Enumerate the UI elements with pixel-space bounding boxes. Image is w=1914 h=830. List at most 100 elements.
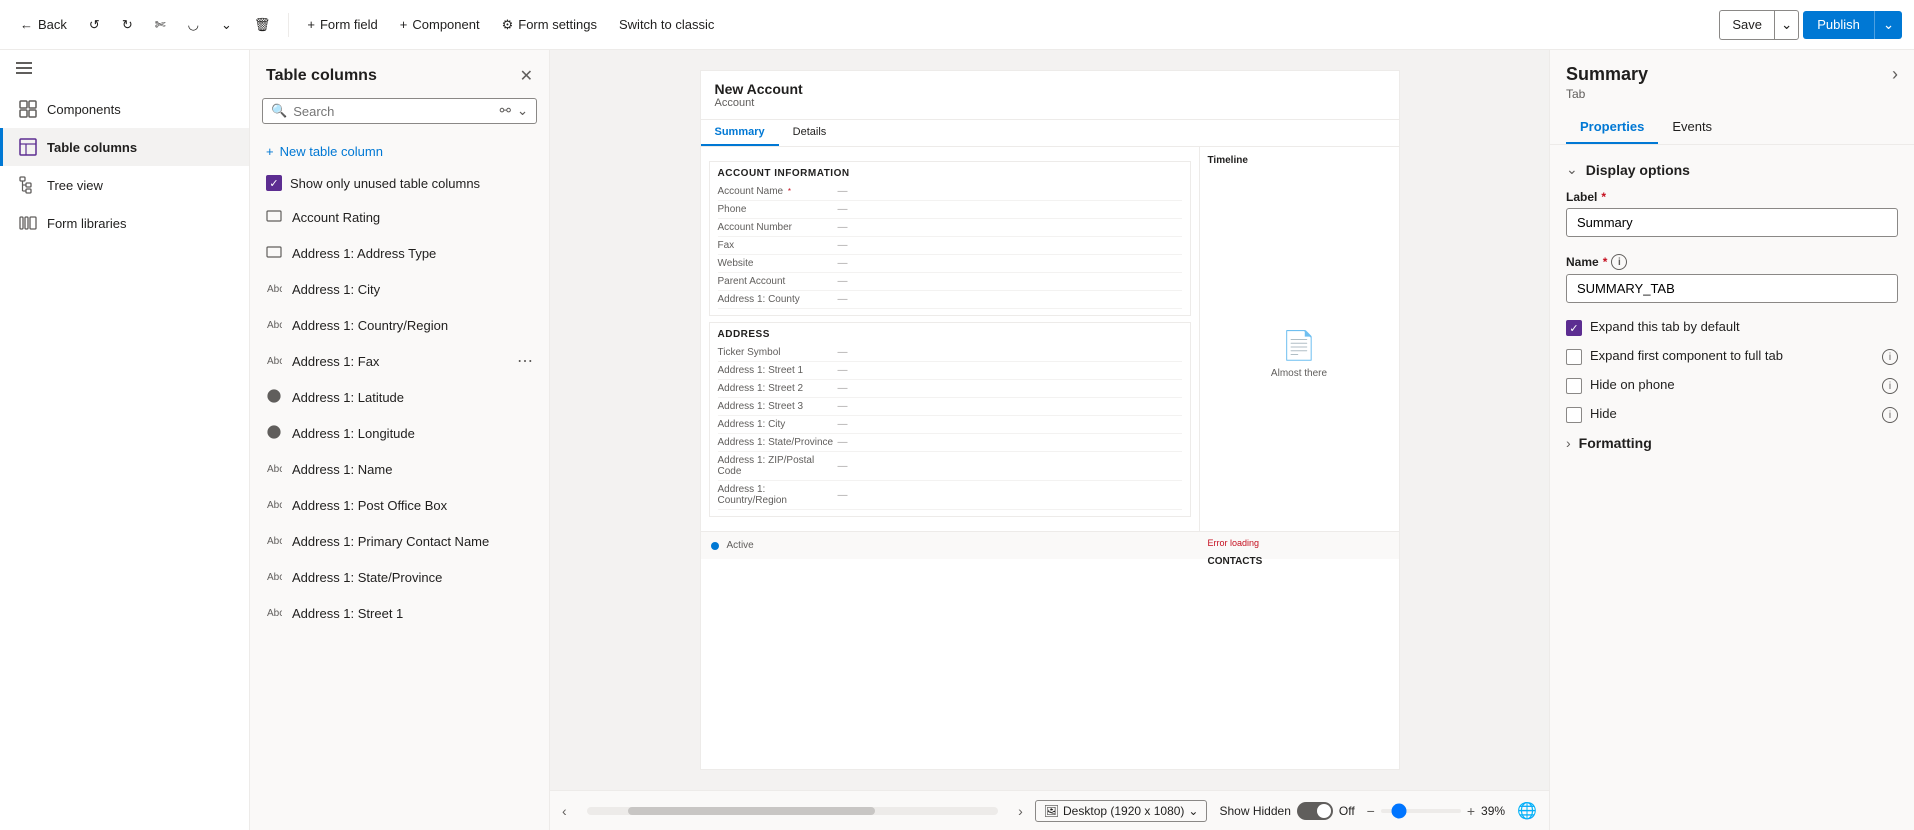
list-item[interactable]: Abc Address 1: Primary Contact Name ⋯	[250, 523, 549, 559]
trash-icon: 🗑	[254, 17, 271, 33]
panel-title: Table columns	[266, 67, 377, 85]
svg-text:Abc: Abc	[267, 356, 282, 367]
list-item[interactable]: Abc Address 1: State/Province ⋯	[250, 559, 549, 595]
hide-checkbox[interactable]	[1566, 407, 1582, 423]
show-unused-checkbox[interactable]: ✓	[266, 175, 282, 191]
list-item[interactable]: Address 1: Longitude ⋯	[250, 415, 549, 451]
show-hidden-toggle[interactable]	[1297, 802, 1333, 820]
publish-button[interactable]: Publish	[1803, 11, 1875, 39]
cut-icon: ✄	[155, 17, 166, 33]
dropdown-button[interactable]: ⌄	[213, 12, 240, 38]
list-item[interactable]: Abc Address 1: Street 1 ⋯	[250, 595, 549, 631]
hide-on-phone-info-icon[interactable]: i	[1882, 378, 1898, 394]
form-field-row: Address 1: Country/Region —	[718, 481, 1182, 510]
form-settings-button[interactable]: ⚙ Form settings	[494, 12, 605, 38]
form-tab-summary[interactable]: Summary	[701, 120, 779, 146]
publish-dropdown-button[interactable]: ⌄	[1875, 11, 1902, 39]
show-unused-row[interactable]: ✓ Show only unused table columns	[250, 167, 549, 199]
desktop-selector[interactable]: 🖼 Desktop (1920 x 1080) ⌄	[1035, 800, 1208, 822]
list-item[interactable]: Address 1: Address Type ⋯	[250, 235, 549, 271]
svg-text:Abc: Abc	[267, 284, 282, 295]
list-item[interactable]: Abc Address 1: Fax ⋯	[250, 343, 549, 379]
sidebar-item-components[interactable]: Components	[0, 90, 249, 128]
switch-classic-button[interactable]: Switch to classic	[611, 12, 722, 37]
hamburger-icon[interactable]	[16, 62, 32, 74]
scroll-left-button[interactable]: ‹	[562, 803, 567, 819]
tab-events[interactable]: Events	[1658, 111, 1726, 144]
back-icon: ←	[20, 17, 33, 32]
expand-component-checkbox-group[interactable]: Expand first component to full tab i	[1566, 348, 1898, 365]
zoom-in-button[interactable]: +	[1467, 803, 1475, 819]
hide-on-phone-checkbox-group[interactable]: Hide on phone i	[1566, 377, 1898, 394]
hide-on-phone-checkbox[interactable]	[1566, 378, 1582, 394]
formatting-section-header[interactable]: › Formatting	[1566, 435, 1898, 451]
add-form-field-button[interactable]: + Form field	[299, 12, 385, 37]
label-input[interactable]	[1566, 208, 1898, 237]
field-label: Account Number	[718, 222, 838, 233]
expand-component-checkbox[interactable]	[1566, 349, 1582, 365]
globe-button[interactable]: 🌐	[1517, 801, 1537, 821]
search-input[interactable]	[293, 104, 493, 119]
back-label: Back	[38, 17, 67, 32]
toolbar-right: Save ⌄ Publish ⌄	[1719, 10, 1902, 40]
expand-tab-checkbox-group[interactable]: ✓ Expand this tab by default	[1566, 319, 1898, 336]
sidebar-item-label-form-libraries: Form libraries	[47, 216, 126, 231]
undo-button[interactable]: ↺	[81, 12, 108, 38]
field-label: Address 1: City	[718, 419, 838, 430]
filter-chevron-button[interactable]: ⌄	[517, 103, 528, 119]
new-table-column-button[interactable]: + New table column	[250, 136, 549, 167]
list-item[interactable]: Abc Address 1: City ⋯	[250, 271, 549, 307]
section-title-address: ADDRESS	[718, 329, 1182, 340]
center-canvas: New Account Account Summary Details ACCO…	[550, 50, 1549, 830]
list-item[interactable]: Account Rating ⋯	[250, 199, 549, 235]
save-dropdown-button[interactable]: ⌄	[1774, 10, 1799, 40]
name-info-icon[interactable]: i	[1611, 254, 1627, 270]
right-panel-chevron-button[interactable]: ›	[1892, 64, 1898, 85]
status-dot	[711, 542, 719, 550]
horizontal-scrollbar[interactable]	[587, 807, 998, 815]
field-label: Parent Account	[718, 276, 838, 287]
scroll-right-button[interactable]: ›	[1018, 803, 1023, 819]
hide-info-icon[interactable]: i	[1882, 407, 1898, 423]
display-options-section-header[interactable]: ⌄ Display options	[1566, 161, 1898, 178]
column-more-button[interactable]: ⋯	[517, 351, 533, 371]
name-input[interactable]	[1566, 274, 1898, 303]
sidebar-item-form-libraries[interactable]: Form libraries	[0, 204, 249, 242]
cut-button[interactable]: ✄	[147, 12, 174, 38]
right-panel-subtitle: Tab	[1566, 87, 1898, 101]
copy-button[interactable]: ◡	[180, 12, 207, 38]
list-item[interactable]: Abc Address 1: Post Office Box ⋯	[250, 487, 549, 523]
filter-button[interactable]: ⚯	[500, 103, 511, 119]
column-name: Address 1: Country/Region	[292, 318, 448, 333]
back-button[interactable]: ← Back	[12, 12, 75, 37]
list-item[interactable]: Abc Address 1: Name ⋯	[250, 451, 549, 487]
delete-button[interactable]: 🗑	[246, 12, 279, 38]
formatting-chevron-icon: ›	[1566, 435, 1571, 451]
form-field-row: Address 1: ZIP/Postal Code —	[718, 452, 1182, 481]
form-field-row: Address 1: Street 1 —	[718, 362, 1182, 380]
sidebar-item-table-columns[interactable]: Table columns	[0, 128, 249, 166]
sidebar-item-tree-view[interactable]: Tree view	[0, 166, 249, 204]
table-columns-panel: Table columns ✕ 🔍 ⚯ ⌄ + New table column…	[250, 50, 550, 830]
text-col-icon: Abc	[266, 280, 284, 299]
expand-tab-checkbox[interactable]: ✓	[1566, 320, 1582, 336]
formatting-title: Formatting	[1579, 435, 1652, 451]
expand-component-info-icon[interactable]: i	[1882, 349, 1898, 365]
list-item[interactable]: Address 1: Latitude ⋯	[250, 379, 549, 415]
field-value: —	[838, 383, 848, 394]
right-panel-title: Summary	[1566, 64, 1648, 85]
hide-checkbox-group[interactable]: Hide i	[1566, 406, 1898, 423]
form-tab-details[interactable]: Details	[779, 120, 841, 146]
add-component-button[interactable]: + Component	[392, 12, 488, 37]
redo-button[interactable]: ↻	[114, 12, 141, 38]
list-item[interactable]: Abc Address 1: Country/Region ⋯	[250, 307, 549, 343]
zoom-out-button[interactable]: −	[1367, 803, 1375, 819]
canvas-area[interactable]: New Account Account Summary Details ACCO…	[550, 50, 1549, 790]
column-name: Address 1: City	[292, 282, 380, 297]
zoom-slider[interactable]	[1381, 809, 1461, 813]
column-name: Address 1: Name	[292, 462, 392, 477]
main-layout: Components Table columns Tree view Form …	[0, 50, 1914, 830]
panel-close-button[interactable]: ✕	[520, 66, 533, 86]
tab-properties[interactable]: Properties	[1566, 111, 1658, 144]
save-button[interactable]: Save	[1719, 10, 1774, 40]
